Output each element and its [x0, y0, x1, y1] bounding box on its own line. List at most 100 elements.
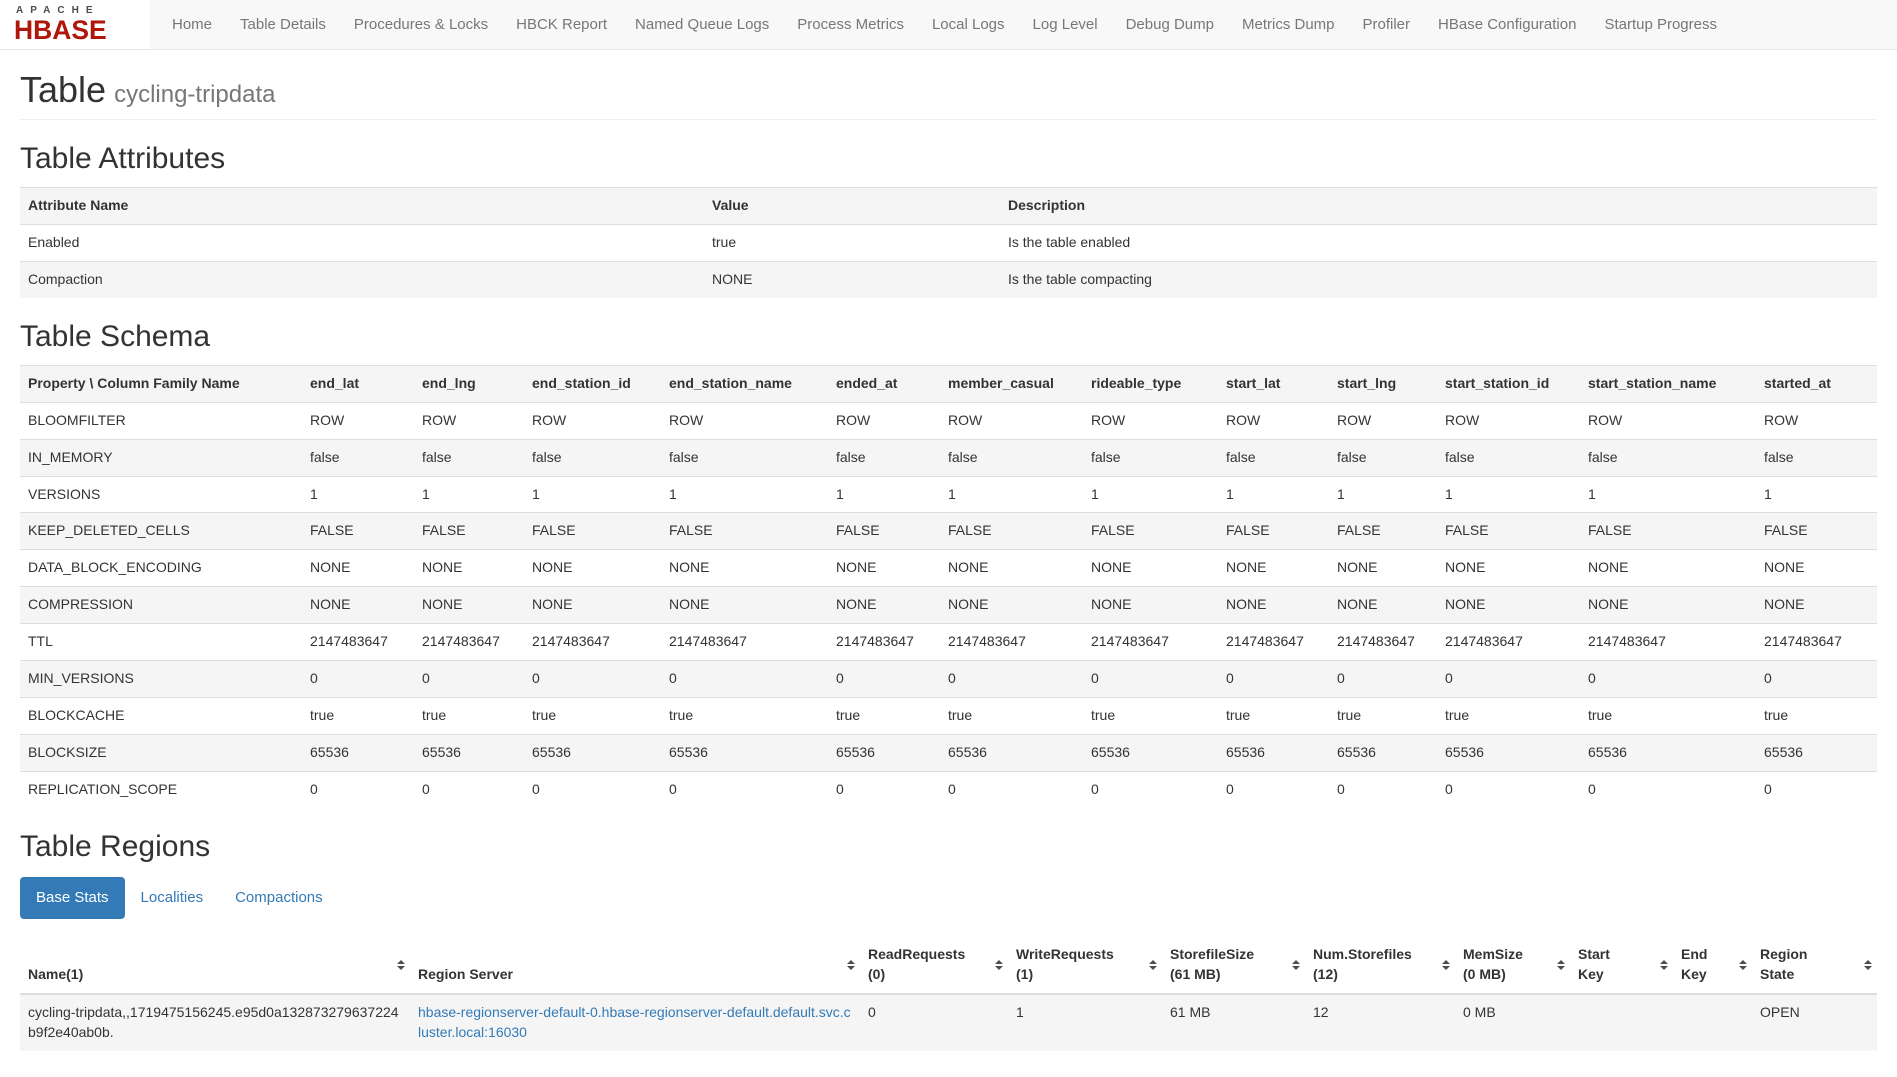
schema-value-cell: 0: [1580, 661, 1756, 698]
sort-up-arrow: [397, 960, 405, 964]
nav-item-local-logs[interactable]: Local Logs: [918, 14, 1019, 35]
schema-value-cell: 0: [302, 661, 414, 698]
regions-column-storefilesize-61-mb[interactable]: StorefileSize (61 MB): [1162, 937, 1305, 994]
tab-base-stats[interactable]: Base Stats: [20, 877, 125, 918]
regions-column-memsize-0-mb[interactable]: MemSize (0 MB): [1455, 937, 1570, 994]
attribute-name-cell: Enabled: [20, 224, 704, 261]
regions-column-region-server[interactable]: Region Server: [410, 937, 860, 994]
sort-icon[interactable]: [1442, 960, 1450, 970]
schema-value-cell: NONE: [1218, 587, 1329, 624]
schema-heading: Table Schema: [20, 320, 1877, 353]
regions-column-label: WriteRequests (1): [1016, 946, 1114, 982]
storefile-size-cell: 61 MB: [1162, 994, 1305, 1051]
schema-value-cell: 65536: [1083, 735, 1218, 772]
sort-icon[interactable]: [995, 960, 1003, 970]
sort-down-arrow: [1149, 966, 1157, 970]
schema-column-end-station-name: end_station_name: [661, 365, 828, 402]
schema-value-cell: NONE: [1083, 550, 1218, 587]
regions-column-name-1[interactable]: Name(1): [20, 937, 410, 994]
regions-column-label: Start Key: [1578, 946, 1610, 982]
sort-icon[interactable]: [1149, 960, 1157, 970]
schema-value-cell: 2147483647: [1580, 624, 1756, 661]
nav-item-procedures-locks[interactable]: Procedures & Locks: [340, 14, 502, 35]
regions-column-num-storefiles-12[interactable]: Num.Storefiles (12): [1305, 937, 1455, 994]
schema-value-cell: FALSE: [1218, 513, 1329, 550]
num-storefiles-cell: 12: [1305, 994, 1455, 1051]
nav-item-profiler[interactable]: Profiler: [1349, 14, 1425, 35]
sort-up-arrow: [847, 960, 855, 964]
schema-property-cell: DATA_BLOCK_ENCODING: [20, 550, 302, 587]
schema-value-cell: NONE: [414, 550, 524, 587]
schema-value-cell: true: [940, 698, 1083, 735]
sort-icon[interactable]: [1557, 960, 1565, 970]
schema-value-cell: 65536: [1437, 735, 1580, 772]
regions-column-writerequests-1[interactable]: WriteRequests (1): [1008, 937, 1162, 994]
schema-value-cell: FALSE: [524, 513, 661, 550]
schema-value-cell: 2147483647: [1756, 624, 1877, 661]
schema-value-cell: 0: [1218, 661, 1329, 698]
schema-column-end-lat: end_lat: [302, 365, 414, 402]
nav-item-metrics-dump[interactable]: Metrics Dump: [1228, 14, 1349, 35]
schema-value-cell: NONE: [828, 550, 940, 587]
apache-hbase-logo[interactable]: APACHE HBASE: [0, 0, 150, 49]
schema-value-cell: ROW: [828, 402, 940, 439]
sort-up-arrow: [1660, 960, 1668, 964]
sort-icon[interactable]: [1739, 960, 1747, 970]
schema-value-cell: ROW: [1218, 402, 1329, 439]
sort-icon[interactable]: [397, 960, 405, 970]
tab-localities[interactable]: Localities: [125, 877, 220, 918]
table-attributes-table: Attribute NameValueDescriptionEnabledtru…: [20, 187, 1877, 298]
regions-column-start-key[interactable]: Start Key: [1570, 937, 1673, 994]
schema-value-cell: FALSE: [1329, 513, 1437, 550]
schema-value-cell: 1: [661, 476, 828, 513]
schema-value-cell: false: [940, 439, 1083, 476]
regions-column-readrequests-0[interactable]: ReadRequests (0): [860, 937, 1008, 994]
schema-value-cell: FALSE: [828, 513, 940, 550]
regions-column-region-state[interactable]: Region State: [1752, 937, 1877, 994]
schema-value-cell: NONE: [1756, 550, 1877, 587]
schema-column-rideable-type: rideable_type: [1083, 365, 1218, 402]
schema-column-start-lng: start_lng: [1329, 365, 1437, 402]
write-requests-cell: 1: [1008, 994, 1162, 1051]
nav-item-process-metrics[interactable]: Process Metrics: [783, 14, 918, 35]
schema-value-cell: 0: [1437, 772, 1580, 808]
sort-down-arrow: [847, 966, 855, 970]
schema-value-cell: true: [1580, 698, 1756, 735]
nav-item-named-queue-logs[interactable]: Named Queue Logs: [621, 14, 783, 35]
schema-value-cell: true: [661, 698, 828, 735]
sort-down-arrow: [1557, 966, 1565, 970]
schema-column-property: Property \ Column Family Name: [20, 365, 302, 402]
schema-value-cell: 0: [940, 661, 1083, 698]
schema-property-cell: TTL: [20, 624, 302, 661]
nav-item-table-details[interactable]: Table Details: [226, 14, 340, 35]
nav-item-home[interactable]: Home: [158, 14, 226, 35]
schema-value-cell: false: [1437, 439, 1580, 476]
schema-value-cell: 2147483647: [1083, 624, 1218, 661]
region-server-link[interactable]: hbase-regionserver-default-0.hbase-regio…: [418, 1004, 851, 1040]
sort-icon[interactable]: [847, 960, 855, 970]
nav-item-startup-progress[interactable]: Startup Progress: [1590, 14, 1731, 35]
schema-value-cell: false: [1329, 439, 1437, 476]
schema-value-cell: NONE: [1083, 587, 1218, 624]
table-row: TTL2147483647214748364721474836472147483…: [20, 624, 1877, 661]
schema-value-cell: ROW: [1756, 402, 1877, 439]
schema-value-cell: 2147483647: [940, 624, 1083, 661]
sort-up-arrow: [995, 960, 1003, 964]
schema-value-cell: 0: [828, 661, 940, 698]
sort-up-arrow: [1864, 960, 1872, 964]
schema-value-cell: ROW: [1580, 402, 1756, 439]
nav-item-hbase-configuration[interactable]: HBase Configuration: [1424, 14, 1590, 35]
schema-value-cell: 1: [302, 476, 414, 513]
sort-icon[interactable]: [1660, 960, 1668, 970]
sort-icon[interactable]: [1292, 960, 1300, 970]
regions-column-end-key[interactable]: End Key: [1673, 937, 1752, 994]
table-row: MIN_VERSIONS000000000000: [20, 661, 1877, 698]
nav-item-log-level[interactable]: Log Level: [1019, 14, 1112, 35]
logo-hbase-text: HBASE: [14, 17, 128, 44]
tab-compactions[interactable]: Compactions: [219, 877, 339, 918]
nav-item-hbck-report[interactable]: HBCK Report: [502, 14, 621, 35]
nav-item-debug-dump[interactable]: Debug Dump: [1112, 14, 1228, 35]
schema-value-cell: 1: [524, 476, 661, 513]
sort-icon[interactable]: [1864, 960, 1872, 970]
schema-value-cell: 1: [1218, 476, 1329, 513]
